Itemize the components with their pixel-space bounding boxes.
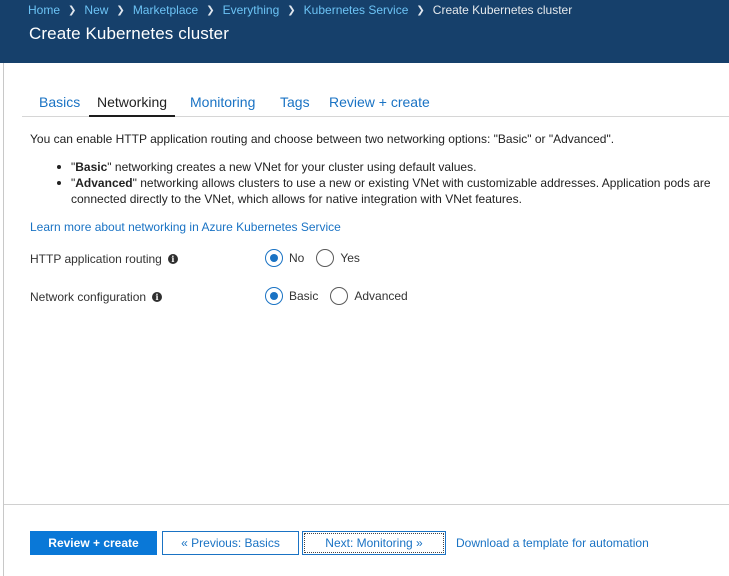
tab-monitoring[interactable]: Monitoring — [190, 94, 255, 110]
page-header: Home ❯ New ❯ Marketplace ❯ Everything ❯ … — [0, 0, 729, 63]
breadcrumb-new[interactable]: New — [84, 3, 108, 17]
http-routing-option-yes[interactable]: Yes — [316, 249, 360, 267]
chevron-right-icon: ❯ — [416, 4, 425, 16]
field-label-text: HTTP application routing — [30, 252, 162, 266]
radio-unselected[interactable] — [330, 287, 349, 305]
breadcrumb: Home ❯ New ❯ Marketplace ❯ Everything ❯ … — [28, 3, 572, 17]
bullet-dot — [57, 165, 61, 169]
tab-tags[interactable]: Tags — [280, 94, 310, 110]
chevron-right-icon: ❯ — [287, 4, 296, 16]
footer-divider — [4, 504, 729, 505]
network-config-option-advanced[interactable]: Advanced — [330, 287, 408, 305]
breadcrumb-kubernetes-service[interactable]: Kubernetes Service — [304, 3, 409, 17]
bullet-term: Basic — [75, 160, 108, 174]
download-template-link[interactable]: Download a template for automation — [456, 536, 649, 550]
radio-unselected[interactable] — [316, 249, 335, 267]
tab-basics[interactable]: Basics — [39, 94, 80, 110]
blade-content: Basics Networking Monitoring Tags Review… — [3, 63, 729, 576]
breadcrumb-everything[interactable]: Everything — [223, 3, 280, 17]
next-button[interactable]: Next: Monitoring » — [302, 531, 446, 555]
learn-more-link[interactable]: Learn more about networking in Azure Kub… — [30, 220, 341, 234]
bullet-term: Advanced — [75, 176, 133, 190]
bullet-dot — [57, 181, 61, 185]
info-icon[interactable]: i — [152, 292, 163, 302]
http-routing-label: HTTP application routing i — [30, 252, 178, 266]
tab-networking[interactable]: Networking — [88, 94, 176, 117]
info-icon[interactable]: i — [167, 254, 178, 264]
network-config-radio-group: Basic Advanced — [265, 287, 418, 305]
breadcrumb-home[interactable]: Home — [28, 3, 60, 17]
radio-label: Yes — [340, 251, 360, 265]
radio-label: No — [289, 251, 305, 265]
network-config-label: Network configuration i — [30, 290, 163, 304]
review-create-button[interactable]: Review + create — [30, 531, 157, 555]
radio-selected[interactable] — [265, 287, 283, 305]
breadcrumb-current: Create Kubernetes cluster — [432, 3, 573, 17]
radio-label: Basic — [289, 289, 319, 303]
chevron-right-icon: ❯ — [68, 4, 77, 16]
bullet-text: networking allows clusters to use a new … — [71, 176, 711, 206]
http-routing-radio-group: No Yes — [265, 249, 370, 267]
chevron-right-icon: ❯ — [116, 4, 125, 16]
list-item: "Basic" networking creates a new VNet fo… — [57, 159, 717, 175]
previous-button[interactable]: « Previous: Basics — [162, 531, 299, 555]
chevron-right-icon: ❯ — [206, 4, 215, 16]
page-title: Create Kubernetes cluster — [29, 24, 229, 43]
networking-intro: You can enable HTTP application routing … — [30, 132, 615, 146]
network-config-option-basic[interactable]: Basic — [265, 287, 318, 305]
radio-label: Advanced — [354, 289, 408, 303]
breadcrumb-marketplace[interactable]: Marketplace — [133, 3, 198, 17]
field-label-text: Network configuration — [30, 290, 147, 304]
networking-options-list: "Basic" networking creates a new VNet fo… — [57, 159, 717, 207]
list-item: "Advanced" networking allows clusters to… — [57, 175, 717, 207]
radio-selected[interactable] — [265, 249, 283, 267]
bullet-text: networking creates a new VNet for your c… — [111, 160, 477, 174]
tab-bar: Basics Networking Monitoring Tags Review… — [22, 91, 729, 117]
tab-review-create[interactable]: Review + create — [329, 94, 430, 110]
http-routing-option-no[interactable]: No — [265, 249, 304, 267]
